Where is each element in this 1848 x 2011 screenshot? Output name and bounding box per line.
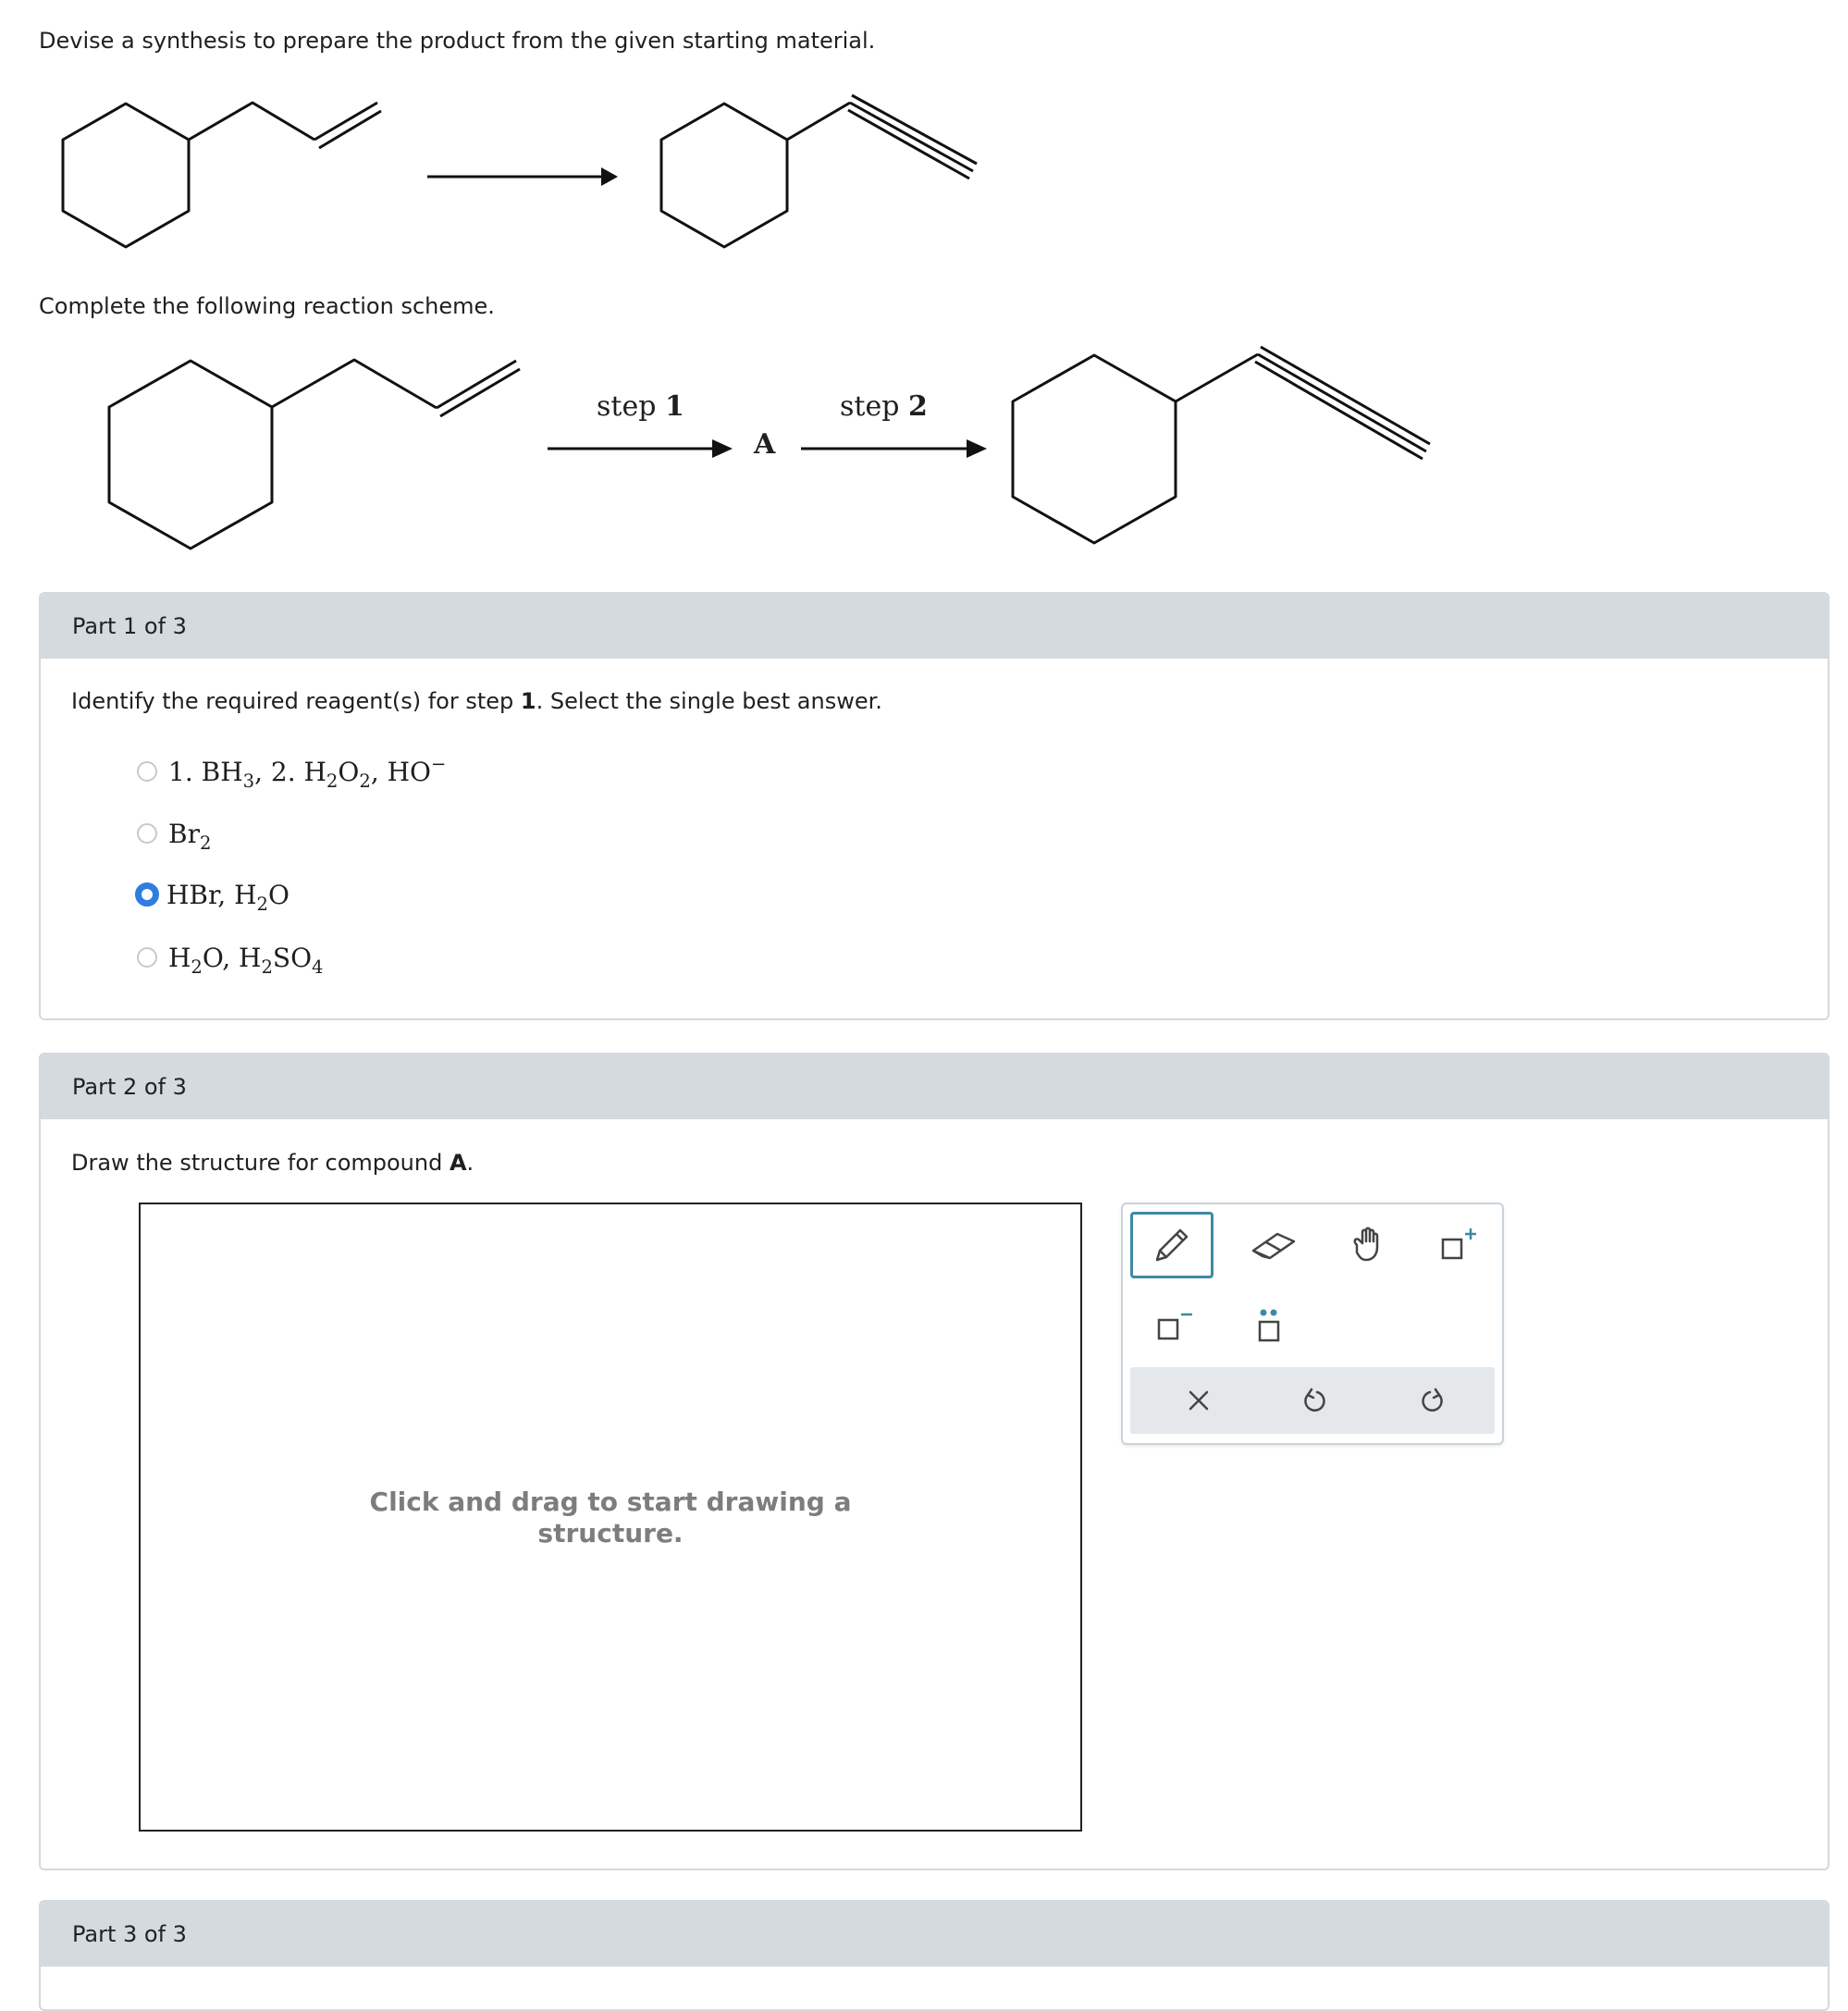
option-br2[interactable]: Br2 — [137, 815, 211, 852]
part-1-prompt: Identify the required reagent(s) for ste… — [71, 688, 882, 714]
option-bh3[interactable]: 1. BH3, 2. H2O2, HO− — [137, 753, 446, 790]
radio-button-selected[interactable] — [135, 882, 159, 907]
radio-button[interactable] — [137, 823, 157, 844]
pencil-tool[interactable] — [1130, 1212, 1214, 1278]
scheme-start-ring — [107, 359, 274, 550]
step2-label: step 2 — [840, 390, 928, 423]
drawing-toolbar — [1121, 1203, 1504, 1445]
part-1-header: Part 1 of 3 — [41, 594, 1828, 659]
pencil-icon — [1155, 1228, 1189, 1262]
add-charge-tool[interactable] — [1415, 1212, 1498, 1278]
undo-icon — [1304, 1388, 1325, 1412]
clear-icon — [1189, 1390, 1209, 1411]
canvas-hint: Click and drag to start drawing a struct… — [369, 1487, 852, 1548]
starting-material-ring — [61, 102, 191, 249]
undo-button[interactable] — [1276, 1375, 1350, 1426]
add-charge-icon — [1441, 1228, 1476, 1260]
drawing-canvas[interactable]: Click and drag to start drawing a struct… — [139, 1203, 1082, 1832]
negative-charge-tool[interactable] — [1136, 1293, 1210, 1358]
part-2-prompt: Draw the structure for compound A. — [71, 1150, 474, 1176]
intermediate-a: A — [754, 428, 776, 461]
part-2-header: Part 2 of 3 — [41, 1055, 1828, 1119]
option-hbr-h2o[interactable]: HBr, H2O — [135, 876, 290, 915]
negative-charge-icon — [1157, 1313, 1192, 1340]
scheme-product-ring — [1011, 353, 1177, 545]
option-label: HBr, H2O — [166, 879, 290, 915]
option-h2o-h2so4[interactable]: H2O, H2SO4 — [137, 939, 324, 976]
lone-pair-icon — [1258, 1309, 1280, 1342]
starting-material-chain — [188, 101, 315, 142]
clear-button[interactable] — [1162, 1375, 1236, 1426]
product-chain — [786, 101, 851, 142]
option-label: H2O, H2SO4 — [168, 942, 324, 978]
product-ring — [659, 102, 789, 249]
question-intro: Devise a synthesis to prepare the produc… — [39, 28, 876, 54]
lone-pair-tool[interactable] — [1232, 1293, 1306, 1358]
eraser-tool[interactable] — [1232, 1212, 1315, 1278]
radio-button[interactable] — [137, 947, 157, 968]
option-label: 1. BH3, 2. H2O2, HO− — [168, 752, 447, 792]
hand-tool[interactable] — [1326, 1212, 1410, 1278]
eraser-icon — [1251, 1232, 1296, 1260]
option-label: Br2 — [168, 818, 212, 854]
part-3-panel: Part 3 of 3 — [39, 1900, 1830, 2011]
reaction-scheme — [107, 345, 1431, 550]
hand-icon — [1353, 1227, 1379, 1262]
scheme-prompt: Complete the following reaction scheme. — [39, 293, 495, 319]
scheme-product-chain — [1175, 352, 1259, 403]
part-3-header: Part 3 of 3 — [41, 1902, 1828, 1967]
redo-icon — [1422, 1388, 1443, 1412]
scheme-start-chain — [271, 358, 437, 410]
step1-label: step 1 — [597, 390, 684, 423]
radio-button[interactable] — [137, 761, 157, 782]
reaction-overview — [61, 93, 978, 249]
redo-button[interactable] — [1397, 1375, 1471, 1426]
